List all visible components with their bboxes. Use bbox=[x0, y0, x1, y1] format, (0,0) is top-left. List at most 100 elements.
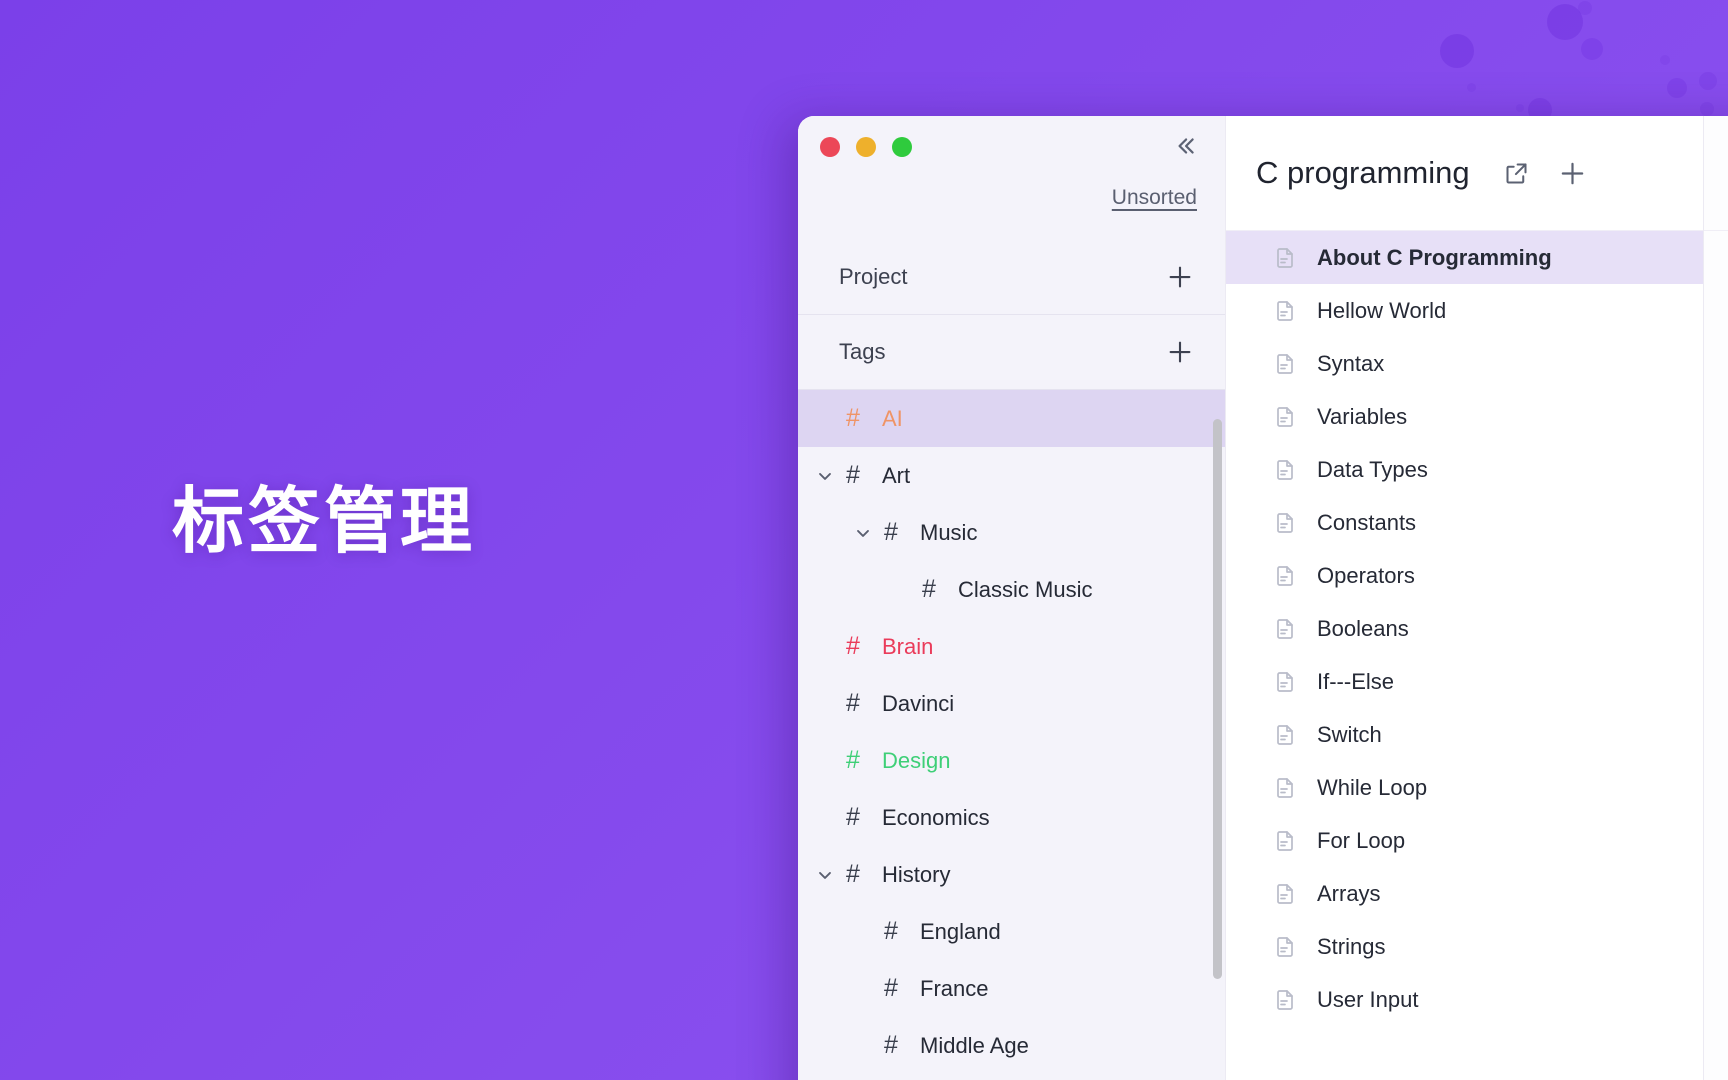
add-tag-button[interactable] bbox=[1163, 335, 1197, 369]
hash-icon: # bbox=[846, 632, 860, 660]
document-icon bbox=[1273, 564, 1297, 588]
bubble bbox=[1699, 72, 1717, 90]
note-label: Variables bbox=[1317, 403, 1408, 429]
notes-panel-title: C programming bbox=[1256, 155, 1470, 190]
note-row[interactable]: Hellow World bbox=[1226, 284, 1703, 337]
hash-icon: # bbox=[846, 461, 860, 489]
sidebar-scrollbar[interactable] bbox=[1213, 419, 1222, 979]
tag-label: France bbox=[920, 975, 989, 1001]
maximize-window-button[interactable] bbox=[892, 137, 912, 157]
note-label: For Loop bbox=[1317, 827, 1406, 853]
note-label: Constants bbox=[1317, 509, 1417, 535]
hash-icon: # bbox=[846, 860, 860, 888]
note-row[interactable]: If---Else bbox=[1226, 655, 1703, 708]
hash-icon: # bbox=[846, 803, 860, 831]
bubble bbox=[1440, 34, 1474, 68]
hash-icon: # bbox=[884, 1031, 898, 1059]
hash-icon: # bbox=[846, 689, 860, 717]
tag-row[interactable]: # Art bbox=[798, 447, 1225, 504]
document-icon bbox=[1273, 458, 1297, 482]
external-link-icon bbox=[1503, 160, 1530, 187]
document-icon bbox=[1273, 299, 1297, 323]
hash-icon: # bbox=[884, 518, 898, 546]
add-project-button[interactable] bbox=[1163, 260, 1197, 294]
section-tags-label: Tags bbox=[839, 339, 886, 364]
document-icon bbox=[1273, 617, 1297, 641]
add-note-button[interactable] bbox=[1554, 154, 1592, 192]
section-tags[interactable]: Tags bbox=[798, 315, 1225, 390]
chevron-down-icon bbox=[815, 865, 835, 885]
tag-row[interactable]: # History bbox=[798, 846, 1225, 903]
note-row[interactable]: Arrays bbox=[1226, 867, 1703, 920]
right-rail bbox=[1703, 116, 1728, 1080]
tag-row[interactable]: # Davinci bbox=[798, 675, 1225, 732]
tag-list[interactable]: # AI # Art # Music # Classic Music # Brain # Davinc… bbox=[798, 390, 1225, 1080]
note-row[interactable]: Operators bbox=[1226, 549, 1703, 602]
screenshot-root: 标签管理 Unsorted Project Tags # AI # Art # … bbox=[0, 0, 1728, 1080]
note-row[interactable]: Strings bbox=[1226, 920, 1703, 973]
tag-row[interactable]: # AI bbox=[798, 390, 1225, 447]
tag-row[interactable]: # Economics bbox=[798, 789, 1225, 846]
plus-icon bbox=[1557, 158, 1588, 189]
note-label: About C Programming bbox=[1317, 244, 1552, 270]
plus-icon bbox=[1165, 337, 1195, 367]
tag-label: Brain bbox=[882, 633, 934, 659]
unsorted-link[interactable]: Unsorted bbox=[1112, 186, 1197, 210]
note-label: Switch bbox=[1317, 721, 1382, 747]
note-label: While Loop bbox=[1317, 774, 1428, 800]
tag-expand-toggle[interactable] bbox=[812, 466, 838, 486]
close-window-button[interactable] bbox=[820, 137, 840, 157]
unsorted-row: Unsorted bbox=[798, 178, 1225, 240]
chevron-down-icon bbox=[853, 523, 873, 543]
document-icon bbox=[1273, 246, 1297, 270]
traffic-lights bbox=[820, 137, 912, 157]
document-icon bbox=[1273, 988, 1297, 1012]
note-row[interactable]: Variables bbox=[1226, 390, 1703, 443]
tag-expand-toggle[interactable] bbox=[812, 865, 838, 885]
tag-row[interactable]: # France bbox=[798, 960, 1225, 1017]
tag-row[interactable]: #lattics bbox=[798, 1074, 1225, 1080]
note-row[interactable]: Data Types bbox=[1226, 443, 1703, 496]
tag-label: Middle Age bbox=[920, 1032, 1029, 1058]
tag-label: Art bbox=[882, 462, 911, 488]
document-icon bbox=[1273, 670, 1297, 694]
note-row[interactable]: Booleans bbox=[1226, 602, 1703, 655]
note-row[interactable]: While Loop bbox=[1226, 761, 1703, 814]
tag-label: Classic Music bbox=[958, 576, 1093, 602]
note-row[interactable]: For Loop bbox=[1226, 814, 1703, 867]
note-row[interactable]: User Input bbox=[1226, 973, 1703, 1026]
note-list[interactable]: About C Programming Hellow World Syntax Var… bbox=[1226, 231, 1703, 1026]
hash-icon: # bbox=[884, 917, 898, 945]
tag-expand-toggle[interactable] bbox=[850, 523, 876, 543]
tag-row[interactable]: # Middle Age bbox=[798, 1017, 1225, 1074]
chevron-down-icon bbox=[815, 466, 835, 486]
open-external-button[interactable] bbox=[1498, 154, 1536, 192]
note-label: User Input bbox=[1317, 986, 1419, 1012]
hash-icon: # bbox=[846, 746, 860, 774]
document-icon bbox=[1273, 405, 1297, 429]
document-icon bbox=[1273, 352, 1297, 376]
hash-icon: # bbox=[884, 974, 898, 1002]
note-row[interactable]: Constants bbox=[1226, 496, 1703, 549]
note-row[interactable]: About C Programming bbox=[1226, 231, 1703, 284]
section-project[interactable]: Project bbox=[798, 240, 1225, 315]
section-project-label: Project bbox=[839, 264, 908, 289]
tag-row[interactable]: # Design bbox=[798, 732, 1225, 789]
tag-row[interactable]: # Music bbox=[798, 504, 1225, 561]
hash-icon: # bbox=[846, 404, 860, 432]
sidebar: Unsorted Project Tags # AI # Art # Music… bbox=[798, 116, 1225, 1080]
notes-panel-header: C programming bbox=[1226, 116, 1703, 231]
tag-row[interactable]: # Classic Music bbox=[798, 561, 1225, 618]
tag-label: Design bbox=[882, 747, 951, 773]
note-label: If---Else bbox=[1317, 668, 1394, 694]
bubble bbox=[1547, 4, 1583, 40]
note-row[interactable]: Syntax bbox=[1226, 337, 1703, 390]
hash-icon: # bbox=[922, 575, 936, 603]
note-row[interactable]: Switch bbox=[1226, 708, 1703, 761]
tag-row[interactable]: # England bbox=[798, 903, 1225, 960]
collapse-sidebar-button[interactable] bbox=[1167, 128, 1203, 164]
document-icon bbox=[1273, 723, 1297, 747]
note-label: Hellow World bbox=[1317, 297, 1447, 323]
tag-row[interactable]: # Brain bbox=[798, 618, 1225, 675]
minimize-window-button[interactable] bbox=[856, 137, 876, 157]
